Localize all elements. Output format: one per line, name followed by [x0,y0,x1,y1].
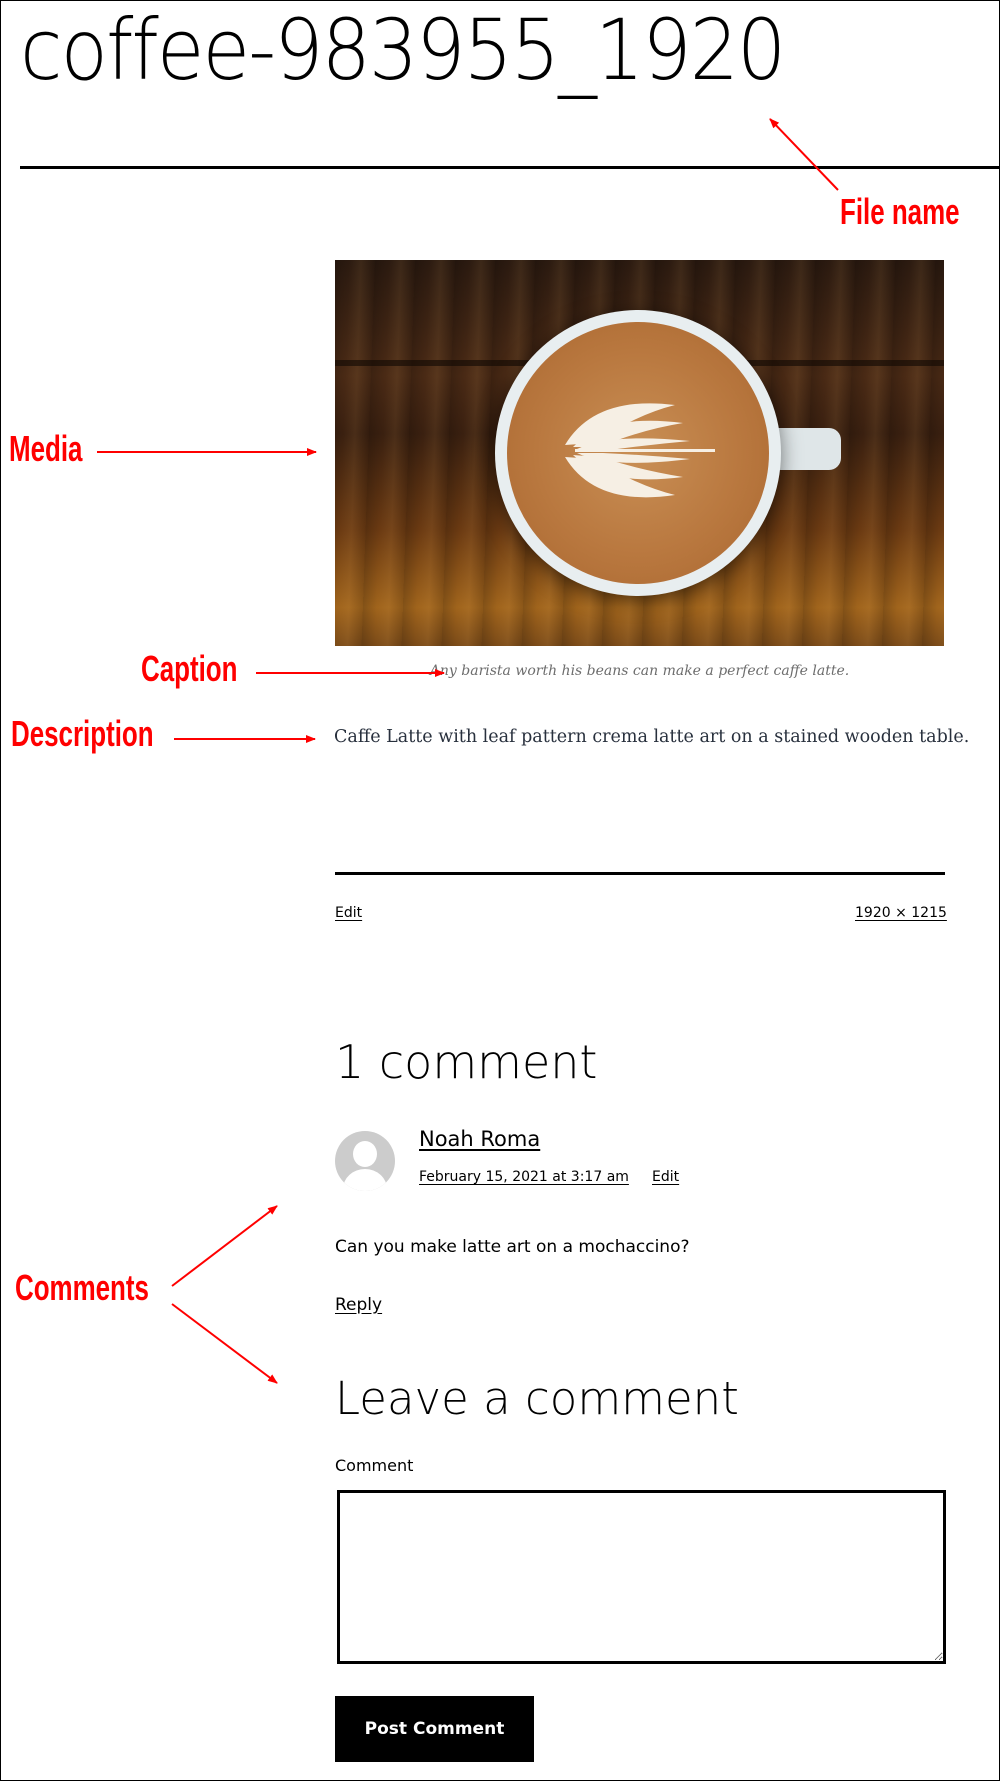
arrow-comments-up [171,1205,278,1287]
arrow-file-name [769,118,839,191]
annotation-arrows [97,118,839,1384]
arrow-comments-down [171,1303,278,1384]
